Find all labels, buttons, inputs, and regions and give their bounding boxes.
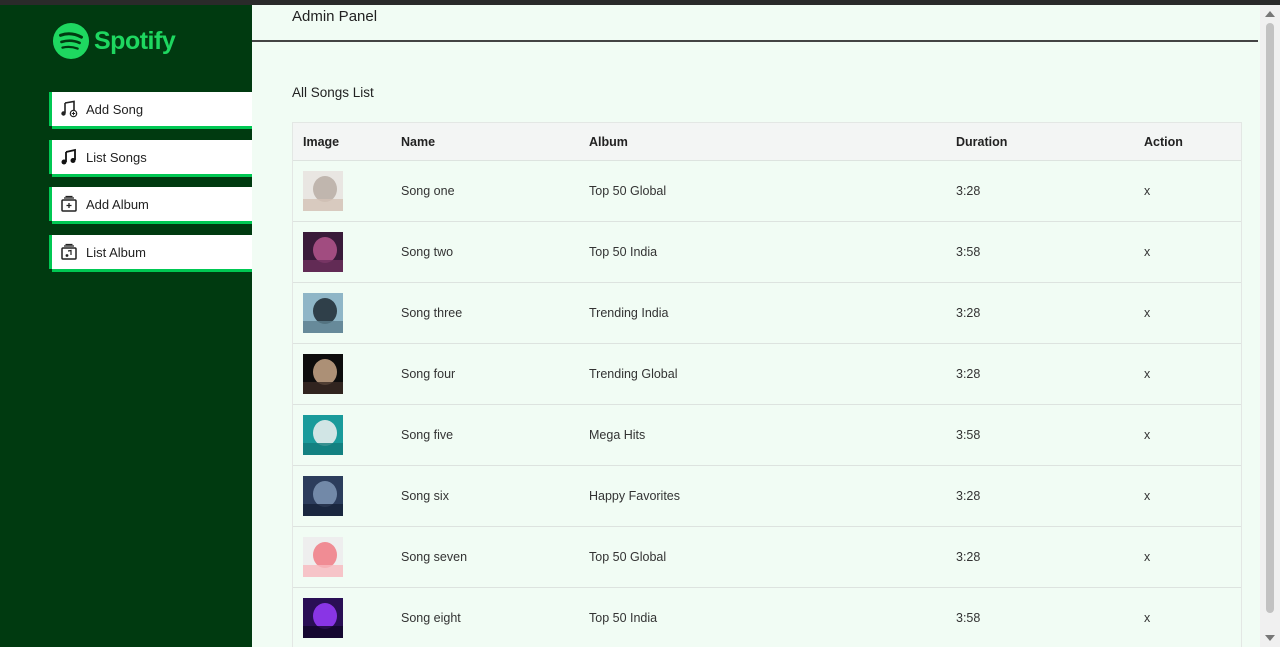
music-note-plus-icon — [60, 100, 78, 118]
column-header-name: Name — [401, 134, 436, 149]
song-name-cell: Song four — [401, 367, 456, 381]
album-name-cell: Mega Hits — [589, 428, 646, 442]
table-row: Song three Trending India 3:28 x — [293, 283, 1241, 344]
sidebar-item-label: Add Album — [86, 196, 149, 212]
album-name-cell: Trending Global — [589, 367, 678, 381]
delete-action[interactable]: x — [1134, 306, 1243, 320]
table-row: Song seven Top 50 Global 3:28 x — [293, 527, 1241, 588]
delete-action[interactable]: x — [1134, 489, 1243, 503]
delete-action[interactable]: x — [1134, 245, 1243, 259]
song-image-cell — [293, 171, 391, 211]
duration-cell: 3:28 — [956, 184, 981, 198]
sidebar-item-add-song[interactable]: Add Song — [49, 92, 252, 126]
sidebar: Spotify Add Song List Songs Add Album Li… — [0, 5, 252, 647]
album-art-thumbnail — [303, 598, 343, 638]
duration-cell: 3:28 — [956, 306, 981, 320]
album-add-icon — [60, 195, 78, 213]
sidebar-item-list-album[interactable]: List Album — [49, 235, 252, 269]
vertical-scrollbar[interactable] — [1260, 5, 1280, 647]
main-content: Admin Panel All Songs List Image Name Al… — [252, 5, 1260, 647]
column-header-image: Image — [303, 134, 340, 149]
section-title: All Songs List — [292, 85, 374, 100]
album-art-thumbnail — [303, 415, 343, 455]
song-name-cell: Song six — [401, 489, 449, 503]
song-image-cell — [293, 354, 391, 394]
song-image-cell — [293, 598, 391, 638]
song-image-cell — [293, 232, 391, 272]
song-image-cell — [293, 415, 391, 455]
album-art-thumbnail — [303, 232, 343, 272]
sidebar-item-list-songs[interactable]: List Songs — [49, 140, 252, 174]
song-image-cell — [293, 537, 391, 577]
album-art-thumbnail — [303, 354, 343, 394]
table-row: Song eight Top 50 India 3:58 x — [293, 588, 1241, 647]
table-row: Song one Top 50 Global 3:28 x — [293, 161, 1241, 222]
duration-cell: 3:58 — [956, 611, 981, 625]
song-name-cell: Song two — [401, 245, 454, 259]
table-row: Song four Trending Global 3:28 x — [293, 344, 1241, 405]
duration-cell: 3:58 — [956, 245, 981, 259]
delete-action[interactable]: x — [1134, 550, 1243, 564]
song-name-cell: Song three — [401, 306, 463, 320]
delete-action[interactable]: x — [1134, 367, 1243, 381]
spotify-icon — [52, 22, 90, 60]
music-note-icon — [60, 148, 78, 166]
album-name-cell: Top 50 India — [589, 245, 658, 259]
delete-action[interactable]: x — [1134, 184, 1243, 198]
delete-action[interactable]: x — [1134, 428, 1243, 442]
duration-cell: 3:28 — [956, 550, 981, 564]
song-name-cell: Song five — [401, 428, 454, 442]
sidebar-item-label: List Songs — [86, 149, 147, 165]
sidebar-item-label: List Album — [86, 244, 146, 260]
song-name-cell: Song eight — [401, 611, 461, 625]
songs-table: Image Name Album Duration Action Song on… — [292, 122, 1242, 647]
header: Admin Panel — [252, 5, 1258, 42]
album-art-thumbnail — [303, 537, 343, 577]
duration-cell: 3:58 — [956, 428, 981, 442]
spotify-logo[interactable]: Spotify — [52, 21, 176, 61]
duration-cell: 3:28 — [956, 489, 981, 503]
album-name-cell: Happy Favorites — [589, 489, 681, 503]
album-name-cell: Top 50 Global — [589, 184, 667, 198]
song-name-cell: Song seven — [401, 550, 468, 564]
column-header-action: Action — [1144, 134, 1183, 149]
song-image-cell — [293, 293, 391, 333]
sidebar-item-add-album[interactable]: Add Album — [49, 187, 252, 221]
album-name-cell: Top 50 India — [589, 611, 658, 625]
delete-action[interactable]: x — [1134, 611, 1243, 625]
album-art-thumbnail — [303, 476, 343, 516]
album-list-icon — [60, 243, 78, 261]
duration-cell: 3:28 — [956, 367, 981, 381]
table-row: Song two Top 50 India 3:58 x — [293, 222, 1241, 283]
song-image-cell — [293, 476, 391, 516]
scroll-up-icon[interactable] — [1265, 11, 1275, 17]
column-header-album: Album — [589, 134, 628, 149]
album-name-cell: Top 50 Global — [589, 550, 667, 564]
page-title: Admin Panel — [292, 8, 378, 25]
sidebar-item-label: Add Song — [86, 101, 144, 117]
song-name-cell: Song one — [401, 184, 455, 198]
scrollbar-thumb[interactable] — [1266, 23, 1274, 613]
table-header-row: Image Name Album Duration Action — [293, 123, 1241, 161]
column-header-duration: Duration — [956, 134, 1008, 149]
brand-name: Spotify — [94, 26, 176, 55]
table-row: Song five Mega Hits 3:58 x — [293, 405, 1241, 466]
scroll-down-icon[interactable] — [1265, 635, 1275, 641]
album-art-thumbnail — [303, 171, 343, 211]
table-row: Song six Happy Favorites 3:28 x — [293, 466, 1241, 527]
album-name-cell: Trending India — [589, 306, 669, 320]
album-art-thumbnail — [303, 293, 343, 333]
